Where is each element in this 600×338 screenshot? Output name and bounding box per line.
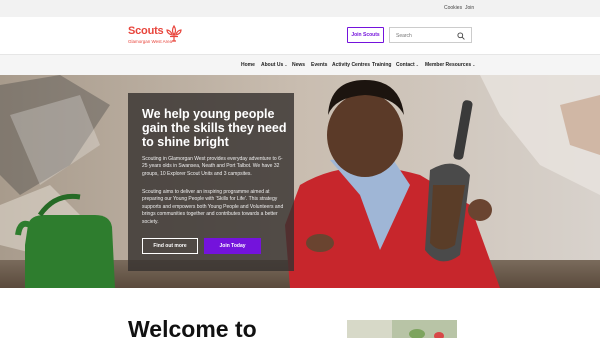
main-nav: Home About Us⌄ News Events Activity Cent… [0,54,600,75]
nav-events-label: Events [311,62,328,68]
chevron-down-icon: ⌄ [284,62,288,67]
search-icon[interactable] [457,32,465,40]
hero-banner: We help young people gain the skills the… [0,75,600,288]
utility-bar: Cookies Join [0,0,600,17]
join-today-button[interactable]: Join Today [204,238,261,254]
nav-activity-centres-label: Activity Centres [332,62,371,68]
join-scouts-button[interactable]: Join Scouts [347,27,384,43]
site-header: Scouts Glamorgan West Area Join Scouts [0,17,600,54]
nav-activity-centres[interactable]: Activity Centres [332,62,370,68]
cookies-link[interactable]: Cookies [444,5,462,11]
nav-contact[interactable]: Contact⌄ [396,62,419,68]
nav-home-label: Home [241,62,255,68]
welcome-image [347,320,457,338]
join-link[interactable]: Join [465,5,474,11]
nav-news-label: News [292,62,306,68]
search-box [389,27,472,43]
chevron-down-icon: ⌄ [415,62,419,67]
nav-contact-label: Contact [396,62,415,68]
nav-member-resources[interactable]: Member Resources⌄ [425,62,476,68]
hero-overlay: We help young people gain the skills the… [128,93,294,271]
nav-training[interactable]: Training [372,62,391,68]
hero-paragraph-2: Scouting aims to deliver an inspiring pr… [142,189,284,225]
scouts-logo[interactable]: Scouts Glamorgan West Area [128,25,188,47]
nav-member-resources-label: Member Resources [425,62,472,68]
hero-heading: We help young people gain the skills the… [142,107,287,149]
search-input[interactable] [396,31,456,40]
welcome-heading: Welcome to [128,316,257,338]
nav-home[interactable]: Home [241,62,255,68]
nav-about-us-label: About Us [261,62,284,68]
logo-title: Scouts [128,25,164,37]
nav-news[interactable]: News [292,62,305,68]
nav-about-us[interactable]: About Us⌄ [261,62,288,68]
chevron-down-icon: ⌄ [472,62,476,67]
hero-paragraph-1: Scouting in Glamorgan West provides ever… [142,156,283,177]
find-out-more-button[interactable]: Find out more [142,238,198,254]
fleur-de-lis-icon [166,25,182,42]
nav-events[interactable]: Events [311,62,327,68]
nav-training-label: Training [372,62,392,68]
hero-photo [0,75,600,288]
